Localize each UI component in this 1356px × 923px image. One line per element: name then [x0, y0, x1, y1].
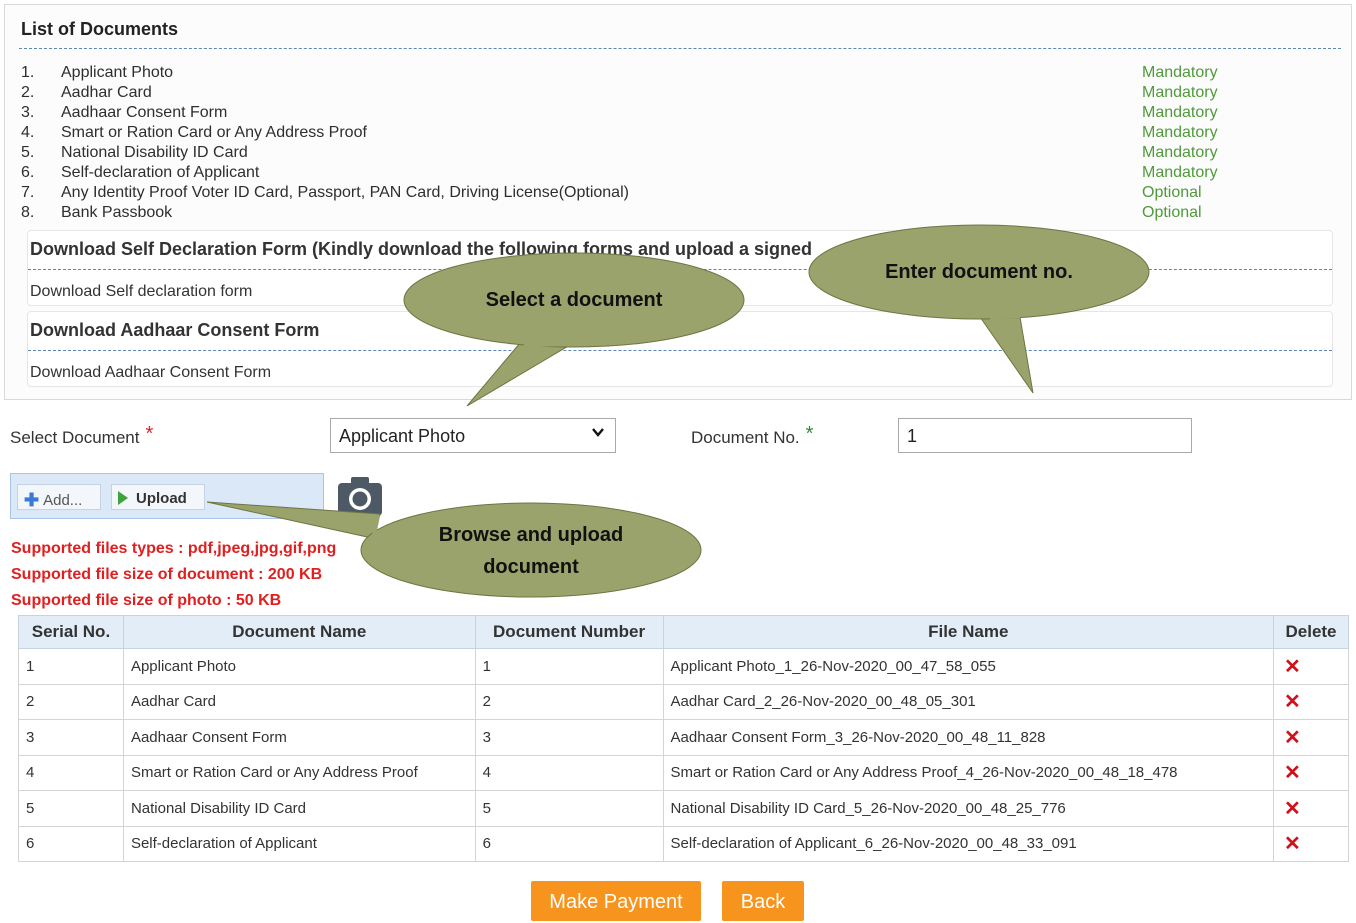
callout-enter-document-no: [808, 224, 1150, 394]
callout-browse-upload-text-2: document: [483, 556, 579, 578]
callout-select-document: [403, 252, 745, 407]
callout-enter-document-no-text: Enter document no.: [885, 261, 1073, 283]
callout-overlay: [206, 224, 1150, 598]
callout-select-document-text: Select a document: [485, 289, 663, 311]
callout-browse-upload: [206, 501, 702, 598]
callout-browse-upload-text-1: Browse and upload: [438, 524, 624, 546]
